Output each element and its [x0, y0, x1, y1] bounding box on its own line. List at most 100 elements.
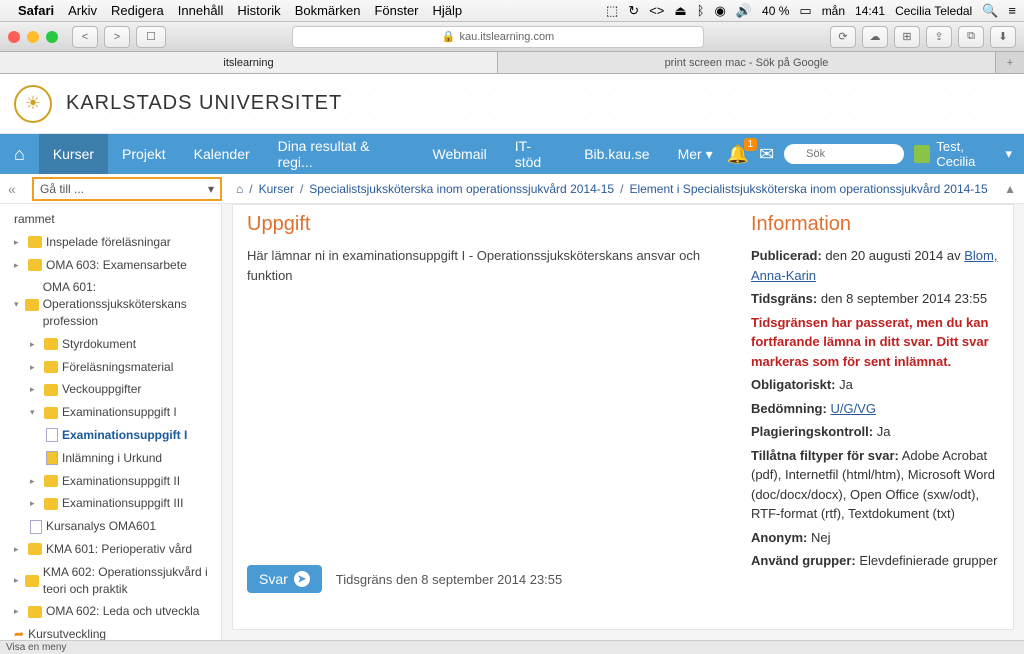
top-sites-button[interactable]: ⊞ [894, 26, 920, 48]
goto-dropdown[interactable]: Gå till ...▾ [32, 177, 222, 201]
safari-toolbar: < > ☐ 🔒 kau.itslearning.com ⟳ ☁ ⊞ ⇪ ⧉ ⬇ [0, 22, 1024, 52]
dropbox-icon[interactable]: ⬚ [606, 3, 618, 19]
menu-arkiv[interactable]: Arkiv [68, 3, 97, 18]
crumb-home[interactable]: ⌂ [236, 182, 243, 196]
course-tree: rammet ▸Inspelade föreläsningar ▸OMA 603… [0, 204, 222, 640]
search-input[interactable] [784, 144, 904, 164]
address-bar[interactable]: 🔒 kau.itslearning.com [292, 26, 704, 48]
svar-button[interactable]: Svar➤ [247, 565, 322, 593]
tree-urkund[interactable]: Inlämning i Urkund [0, 447, 221, 470]
menu-fonster[interactable]: Fönster [374, 3, 418, 18]
mac-menubar: Safari Arkiv Redigera Innehåll Historik … [0, 0, 1024, 22]
nav-resultat[interactable]: Dina resultat & regi... [264, 134, 419, 174]
university-header: ☀ KARLSTADS UNIVERSITET [0, 74, 1024, 134]
crumb-course[interactable]: Specialistsjuksköterska inom operationss… [309, 182, 614, 196]
reload-button[interactable]: ⟳ [830, 26, 856, 48]
code-icon[interactable]: <> [649, 3, 664, 18]
crumb-element[interactable]: Element i Specialistsjuksköterska inom o… [629, 182, 987, 196]
tree-rammet[interactable]: rammet [0, 208, 221, 231]
tree-kma601[interactable]: ▸KMA 601: Perioperativ vård [0, 538, 221, 561]
notification-badge: 1 [744, 138, 758, 151]
information-title: Information [751, 213, 999, 236]
tree-kursutveckling[interactable]: ➦Kursutveckling [0, 623, 221, 640]
tree-veckouppgifter[interactable]: ▸Veckouppgifter [0, 378, 221, 401]
clock-day: mån [822, 4, 845, 18]
menubar-user[interactable]: Cecilia Teledal [895, 4, 972, 18]
breadcrumb: ⌂ / Kurser / Specialistsjuksköterska ino… [236, 182, 988, 196]
tree-inspelade[interactable]: ▸Inspelade föreläsningar [0, 231, 221, 254]
main-area: rammet ▸Inspelade föreläsningar ▸OMA 603… [0, 204, 1024, 640]
tree-oma603[interactable]: ▸OMA 603: Examensarbete [0, 254, 221, 277]
wifi-icon[interactable]: ◉ [715, 3, 726, 19]
scroll-up-icon[interactable]: ▲ [1004, 182, 1016, 196]
menu-hjalp[interactable]: Hjälp [433, 3, 463, 18]
nav-itstod[interactable]: IT-stöd [501, 134, 571, 174]
battery-icon[interactable]: ▭ [799, 3, 811, 19]
clock-time: 14:41 [855, 4, 885, 18]
nav-bib[interactable]: Bib.kau.se [570, 134, 663, 174]
back-button[interactable]: < [72, 26, 98, 48]
downloads-button[interactable]: ⬇ [990, 26, 1016, 48]
university-name: KARLSTADS UNIVERSITET [66, 92, 342, 115]
content-area: Uppgift Här lämnar ni in examinationsupp… [222, 204, 1024, 640]
tree-styrdokument[interactable]: ▸Styrdokument [0, 333, 221, 356]
tree-oma601[interactable]: ▾OMA 601: Operationssjuksköterskans prof… [0, 276, 221, 332]
info-filtyper: Tillåtna filtyper för svar: Adobe Acroba… [751, 446, 999, 524]
tabs-button[interactable]: ⧉ [958, 26, 984, 48]
chevron-down-icon: ▾ [208, 182, 214, 196]
menu-redigera[interactable]: Redigera [111, 3, 164, 18]
tree-kma602[interactable]: ▸KMA 602: Operationssjukvård i teori och… [0, 561, 221, 601]
menu-icon[interactable]: ≡ [1008, 3, 1016, 18]
info-warning: Tidsgränsen har passerat, men du kan for… [751, 313, 999, 372]
share-button[interactable]: ⇪ [926, 26, 952, 48]
nav-kalender[interactable]: Kalender [180, 134, 264, 174]
info-deadline: Tidsgräns: den 8 september 2014 23:55 [751, 289, 999, 309]
tree-forelasning[interactable]: ▸Föreläsningsmaterial [0, 356, 221, 379]
sync-icon[interactable]: ↻ [628, 3, 639, 19]
browser-tab-2[interactable]: print screen mac - Sök på Google [498, 52, 996, 73]
new-tab-button[interactable]: + [996, 52, 1024, 73]
nav-projekt[interactable]: Projekt [108, 134, 180, 174]
menu-app[interactable]: Safari [18, 3, 54, 18]
tree-exam1-folder[interactable]: ▾Examinationsuppgift I [0, 401, 221, 424]
nav-mer[interactable]: Mer ▾ [664, 134, 727, 174]
user-menu[interactable]: Test, Cecilia ▾ [914, 139, 1012, 169]
window-controls [8, 31, 58, 43]
tree-exam3[interactable]: ▸Examinationsuppgift III [0, 492, 221, 515]
menu-innehall[interactable]: Innehåll [178, 3, 224, 18]
info-grupper: Använd grupper: Elevdefinierade grupper [751, 551, 999, 571]
deadline-text: Tidsgräns den 8 september 2014 23:55 [336, 572, 562, 587]
info-obligatorisk: Obligatoriskt: Ja [751, 375, 999, 395]
uppgift-title: Uppgift [247, 213, 731, 236]
tree-exam1-item[interactable]: Examinationsuppgift I [0, 424, 221, 447]
nav-webmail[interactable]: Webmail [419, 134, 501, 174]
tab-bar: itslearning print screen mac - Sök på Go… [0, 52, 1024, 74]
uppgift-body: Här lämnar ni in examinationsuppgift I -… [247, 246, 731, 285]
close-window-button[interactable] [8, 31, 20, 43]
home-button[interactable]: ⌂ [0, 134, 39, 174]
mail-icon[interactable]: ✉ [759, 144, 774, 165]
nav-kurser[interactable]: Kurser [39, 134, 108, 174]
tree-oma602[interactable]: ▸OMA 602: Leda och utveckla [0, 600, 221, 623]
menu-historik[interactable]: Historik [237, 3, 280, 18]
battery-percent: 40 % [762, 4, 789, 18]
eject-icon[interactable]: ⏏ [674, 3, 686, 19]
breadcrumb-row: « Gå till ...▾ ⌂ / Kurser / Specialistsj… [0, 174, 1024, 204]
crumb-kurser[interactable]: Kurser [259, 182, 294, 196]
maximize-window-button[interactable] [46, 31, 58, 43]
browser-tab-1[interactable]: itslearning [0, 52, 498, 73]
tree-exam2[interactable]: ▸Examinationsuppgift II [0, 470, 221, 493]
minimize-window-button[interactable] [27, 31, 39, 43]
forward-button[interactable]: > [104, 26, 130, 48]
spotlight-icon[interactable]: 🔍 [982, 3, 998, 19]
notifications-button[interactable]: 🔔1 [727, 144, 749, 165]
university-logo: ☀ [14, 85, 52, 123]
volume-icon[interactable]: 🔊 [736, 3, 752, 19]
icloud-tabs-button[interactable]: ☁ [862, 26, 888, 48]
collapse-arrow-icon[interactable]: « [8, 181, 28, 197]
tree-kursanalys[interactable]: Kursanalys OMA601 [0, 515, 221, 538]
sidebar-toggle-button[interactable]: ☐ [136, 26, 166, 48]
bluetooth-icon[interactable]: ᛒ [697, 3, 705, 18]
grade-link[interactable]: U/G/VG [830, 401, 876, 416]
menu-bokmarken[interactable]: Bokmärken [295, 3, 361, 18]
